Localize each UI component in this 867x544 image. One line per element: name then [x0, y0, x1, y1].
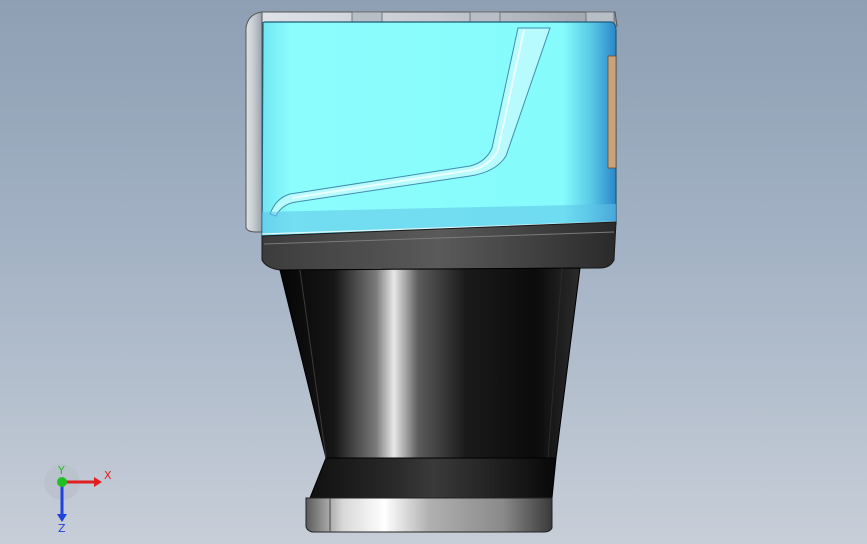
y-axis-dot: [57, 477, 67, 487]
sensor-housing: [261, 21, 617, 237]
sensor-model[interactable]: [0, 0, 867, 544]
orientation-triad: X Y Z: [40, 462, 120, 535]
triad-axes: X Y Z: [44, 464, 112, 535]
graphics-viewport[interactable]: X Y Z: [0, 0, 867, 544]
lens-ring: [305, 497, 553, 533]
x-axis-label: X: [104, 469, 112, 482]
x-axis-arrow: [94, 477, 102, 487]
z-axis-label: Z: [58, 522, 66, 532]
y-axis-label: Y: [57, 464, 65, 477]
z-axis-arrow: [57, 514, 67, 522]
lens-barrel: [279, 267, 581, 499]
